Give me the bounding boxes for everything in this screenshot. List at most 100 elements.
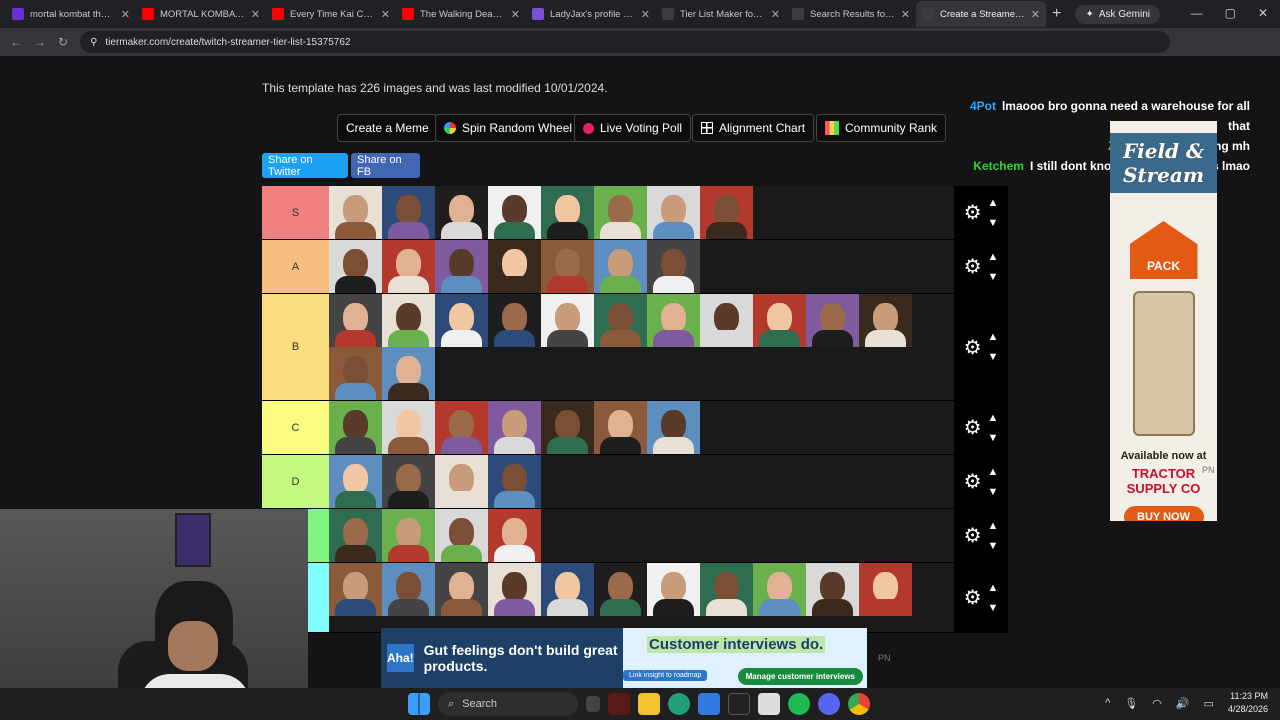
browser-tab[interactable]: Every Time Kai Cenat R ✕ xyxy=(266,1,396,27)
task-view-icon[interactable] xyxy=(586,696,600,712)
streamer-tile[interactable] xyxy=(382,401,435,454)
streamer-tile[interactable] xyxy=(382,347,435,400)
microphone-icon[interactable]: 🎙 xyxy=(1124,697,1138,710)
tier-label[interactable]: A xyxy=(262,240,329,293)
forward-icon[interactable]: → xyxy=(34,35,46,49)
browser-tab[interactable]: Tier List Maker for Ever ✕ xyxy=(656,1,786,27)
streamer-tile[interactable] xyxy=(806,294,859,347)
spotify-icon[interactable] xyxy=(788,693,810,715)
streamer-tile[interactable] xyxy=(435,455,488,508)
streamer-tile[interactable] xyxy=(382,240,435,293)
tier-label[interactable]: D xyxy=(262,455,329,508)
gear-icon[interactable]: ⚙ xyxy=(964,523,982,548)
streamer-tile[interactable] xyxy=(329,455,382,508)
streamer-tile[interactable] xyxy=(753,563,806,616)
chrome-icon[interactable] xyxy=(848,693,870,715)
tier-label[interactable] xyxy=(308,509,329,562)
chevron-up-icon[interactable]: ▲ xyxy=(988,578,999,598)
browser-tab[interactable]: Create a Streamer Tier ✕ xyxy=(916,1,1046,27)
browser-tab[interactable]: Search Results for 'stre ✕ xyxy=(786,1,916,27)
maximize-icon[interactable]: ▢ xyxy=(1225,6,1236,20)
streamer-tile[interactable] xyxy=(647,401,700,454)
streamer-tile[interactable] xyxy=(329,509,382,562)
streamer-tile[interactable] xyxy=(541,240,594,293)
streamer-tile[interactable] xyxy=(329,186,382,239)
streamer-tile[interactable] xyxy=(594,563,647,616)
edge-icon[interactable] xyxy=(668,693,690,715)
url-field[interactable]: ⚲ tiermaker.com/create/twitch-streamer-t… xyxy=(80,31,1171,53)
tier-label[interactable]: S xyxy=(262,186,329,239)
close-tab-icon[interactable]: ✕ xyxy=(511,8,520,21)
gear-icon[interactable]: ⚙ xyxy=(964,585,982,610)
streamer-tile[interactable] xyxy=(488,509,541,562)
gear-icon[interactable]: ⚙ xyxy=(964,469,982,494)
tier-items[interactable] xyxy=(329,186,954,239)
ad-link-button[interactable]: Link insight to roadmap xyxy=(623,670,708,681)
streamer-tile[interactable] xyxy=(753,294,806,347)
streamer-tile[interactable] xyxy=(488,563,541,616)
reload-icon[interactable]: ↻ xyxy=(58,35,68,49)
streamer-tile[interactable] xyxy=(594,240,647,293)
streamer-tile[interactable] xyxy=(382,294,435,347)
close-window-icon[interactable]: ✕ xyxy=(1258,6,1268,20)
close-tab-icon[interactable]: ✕ xyxy=(251,8,260,21)
chevron-up-icon[interactable]: ▲ xyxy=(988,462,999,482)
browser-tab[interactable]: LadyJax's profile - E-Pal ✕ xyxy=(526,1,656,27)
alignment-chart-button[interactable]: Alignment Chart xyxy=(692,114,815,142)
streamer-tile[interactable] xyxy=(435,186,488,239)
file-explorer-icon[interactable] xyxy=(638,693,660,715)
streamer-tile[interactable] xyxy=(700,563,753,616)
browser-tab[interactable]: mortal kombat the arm ✕ xyxy=(6,1,136,27)
chevron-down-icon[interactable]: ▼ xyxy=(988,536,999,556)
close-tab-icon[interactable]: ✕ xyxy=(901,8,910,21)
battery-icon[interactable]: ▭ xyxy=(1204,697,1214,710)
gear-icon[interactable]: ⚙ xyxy=(964,335,982,360)
tier-label[interactable]: B xyxy=(262,294,329,400)
site-info-icon[interactable]: ⚲ xyxy=(90,37,97,48)
tier-items[interactable] xyxy=(329,240,954,293)
mortal-kombat-app-icon[interactable] xyxy=(608,693,630,715)
share-fb-button[interactable]: Share on FB xyxy=(351,153,420,178)
chevron-down-icon[interactable]: ▼ xyxy=(988,598,999,618)
minimize-icon[interactable]: — xyxy=(1191,6,1203,20)
streamer-tile[interactable] xyxy=(806,563,859,616)
streamer-tile[interactable] xyxy=(435,509,488,562)
volume-icon[interactable]: 🔊 xyxy=(1176,697,1190,710)
chevron-down-icon[interactable]: ▼ xyxy=(988,267,999,287)
bottom-ad-banner[interactable]: Aha! Gut feelings don't build great prod… xyxy=(381,628,867,688)
spin-wheel-button[interactable]: Spin Random Wheel xyxy=(435,114,582,142)
streamer-tile[interactable] xyxy=(488,294,541,347)
create-meme-button[interactable]: Create a Meme xyxy=(337,114,438,142)
streamer-tile[interactable] xyxy=(329,563,382,616)
browser-tab[interactable]: MORTAL KOMBAT DEC ✕ xyxy=(136,1,266,27)
streamer-tile[interactable] xyxy=(541,186,594,239)
streamer-tile[interactable] xyxy=(382,455,435,508)
ask-gemini-button[interactable]: ✦ Ask Gemini xyxy=(1075,4,1160,24)
chevron-up-icon[interactable]: ▲ xyxy=(988,247,999,267)
streamer-tile[interactable] xyxy=(647,294,700,347)
tier-label[interactable] xyxy=(308,563,329,632)
streamer-tile[interactable] xyxy=(647,240,700,293)
chevron-up-icon[interactable]: ▲ xyxy=(988,327,999,347)
close-tab-icon[interactable]: ✕ xyxy=(381,8,390,21)
chevron-down-icon[interactable]: ▼ xyxy=(988,482,999,502)
chevron-up-icon[interactable]: ▲ xyxy=(988,193,999,213)
streamer-tile[interactable] xyxy=(435,563,488,616)
wifi-icon[interactable]: ◠ xyxy=(1152,697,1162,710)
streamer-tile[interactable] xyxy=(647,563,700,616)
tier-items[interactable] xyxy=(329,563,954,632)
clock[interactable]: 11:23 PM 4/28/2026 xyxy=(1228,690,1268,716)
streamer-tile[interactable] xyxy=(329,401,382,454)
discord-icon[interactable] xyxy=(818,693,840,715)
taskbar-search[interactable]: ⌕ Search xyxy=(438,692,578,716)
gear-icon[interactable]: ⚙ xyxy=(964,200,982,225)
nba-app-icon[interactable] xyxy=(728,693,750,715)
streamer-tile[interactable] xyxy=(859,294,912,347)
back-icon[interactable]: ← xyxy=(10,35,22,49)
streamer-tile[interactable] xyxy=(329,240,382,293)
chevron-down-icon[interactable]: ▼ xyxy=(988,347,999,367)
windows-start-icon[interactable] xyxy=(408,693,430,715)
close-tab-icon[interactable]: ✕ xyxy=(1031,8,1040,21)
browser-tab[interactable]: The Walking Dead: Epi ✕ xyxy=(396,1,526,27)
tier-items[interactable] xyxy=(329,455,954,508)
